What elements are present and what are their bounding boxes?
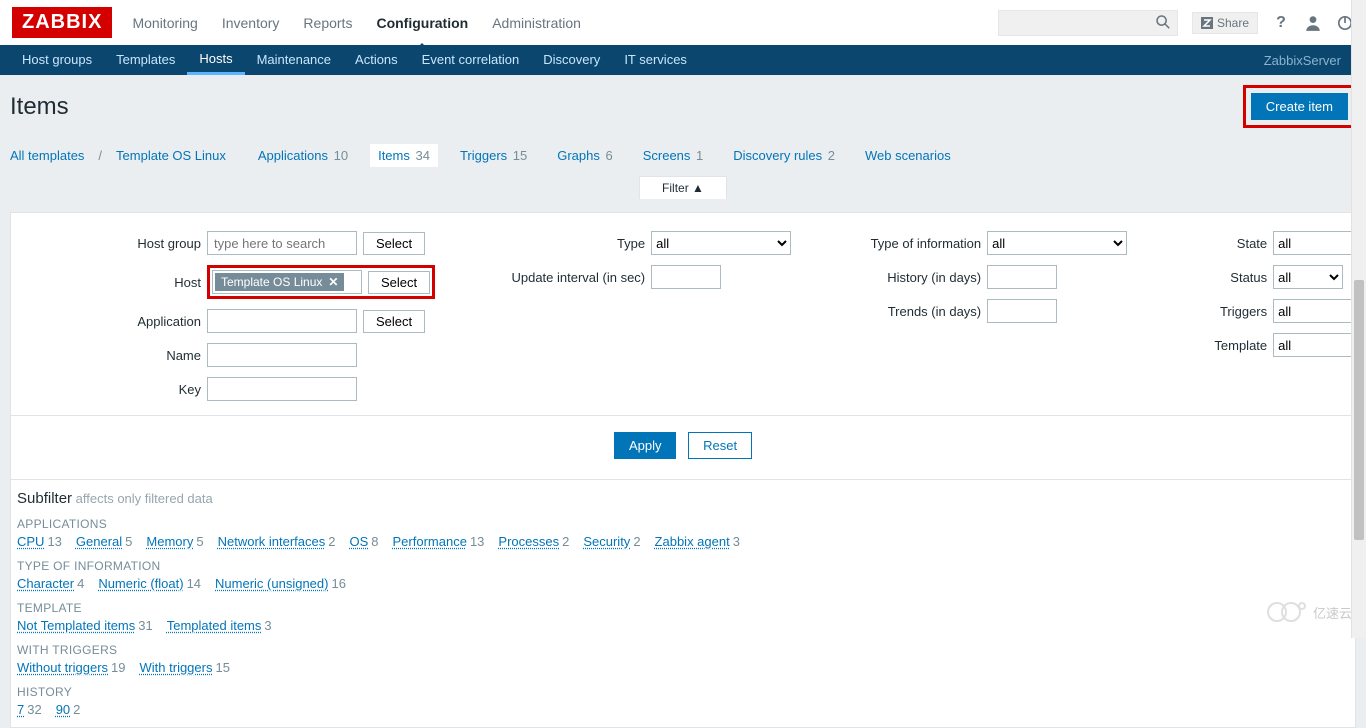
subfilter-heading: TYPE OF INFORMATION bbox=[17, 559, 1349, 573]
status-select[interactable]: all bbox=[1273, 265, 1343, 289]
apply-button[interactable]: Apply bbox=[614, 432, 677, 459]
update-label: Update interval (in sec) bbox=[495, 270, 645, 285]
nav-discovery[interactable]: Discovery bbox=[531, 45, 612, 75]
subfilter-title: Subfilter bbox=[17, 490, 72, 507]
topmenu-configuration[interactable]: Configuration bbox=[376, 15, 468, 31]
toi-label: Type of information bbox=[851, 236, 981, 251]
hostgroup-input[interactable] bbox=[207, 231, 357, 255]
trends-input[interactable] bbox=[987, 299, 1057, 323]
host-select[interactable]: Select bbox=[368, 271, 430, 294]
zabbix-z-icon bbox=[1201, 17, 1213, 29]
share-button[interactable]: Share bbox=[1192, 12, 1258, 34]
hostgroup-select[interactable]: Select bbox=[363, 232, 425, 255]
user-icon[interactable] bbox=[1304, 14, 1322, 32]
nav-context: ZabbixServer bbox=[1249, 53, 1356, 68]
key-label: Key bbox=[101, 382, 201, 397]
update-input[interactable] bbox=[651, 265, 721, 289]
tab-applications[interactable]: Applications 10 bbox=[250, 144, 356, 167]
hostgroup-label: Host group bbox=[101, 236, 201, 251]
search-icon[interactable] bbox=[1155, 14, 1171, 32]
tab-items[interactable]: Items 34 bbox=[370, 144, 438, 167]
type-label: Type bbox=[495, 236, 645, 251]
subfilter-heading: HISTORY bbox=[17, 685, 1349, 699]
search-input[interactable] bbox=[1005, 15, 1155, 30]
name-input[interactable] bbox=[207, 343, 357, 367]
subfilter-item[interactable]: Not Templated items31 bbox=[17, 618, 153, 633]
subfilter-item[interactable]: 732 bbox=[17, 702, 42, 717]
topmenu-reports[interactable]: Reports bbox=[303, 15, 352, 31]
host-token: Template OS Linux ✕ bbox=[215, 273, 344, 291]
subfilter-item[interactable]: Without triggers19 bbox=[17, 660, 126, 675]
subfilter-item[interactable]: 902 bbox=[56, 702, 81, 717]
application-input[interactable] bbox=[207, 309, 357, 333]
create-item-button[interactable]: Create item bbox=[1251, 93, 1348, 120]
template-label: Template bbox=[1187, 338, 1267, 353]
subfilter-heading: APPLICATIONS bbox=[17, 517, 1349, 531]
subfilter-item[interactable]: General5 bbox=[76, 534, 132, 549]
subfilter-item[interactable]: Performance13 bbox=[393, 534, 485, 549]
subfilter-item[interactable]: Memory5 bbox=[146, 534, 203, 549]
nav-maintenance[interactable]: Maintenance bbox=[245, 45, 343, 75]
subfilter-item[interactable]: Zabbix agent3 bbox=[655, 534, 740, 549]
tab-triggers[interactable]: Triggers 15 bbox=[452, 144, 535, 167]
tab-web-scenarios[interactable]: Web scenarios bbox=[857, 144, 959, 167]
bc-template-link[interactable]: Template OS Linux bbox=[116, 148, 226, 163]
nav-templates[interactable]: Templates bbox=[104, 45, 187, 75]
state-label: State bbox=[1187, 236, 1267, 251]
help-icon[interactable]: ? bbox=[1272, 14, 1290, 32]
trends-label: Trends (in days) bbox=[851, 304, 981, 319]
bc-all-templates[interactable]: All templates bbox=[10, 148, 84, 163]
tab-graphs[interactable]: Graphs 6 bbox=[549, 144, 620, 167]
type-select[interactable]: all bbox=[651, 231, 791, 255]
topmenu-monitoring[interactable]: Monitoring bbox=[132, 15, 197, 31]
nav-host-groups[interactable]: Host groups bbox=[10, 45, 104, 75]
host-token-remove[interactable]: ✕ bbox=[328, 275, 338, 289]
nav-it-services[interactable]: IT services bbox=[612, 45, 699, 75]
subfilter-item[interactable]: Processes2 bbox=[498, 534, 569, 549]
key-input[interactable] bbox=[207, 377, 357, 401]
application-select[interactable]: Select bbox=[363, 310, 425, 333]
tab-screens[interactable]: Screens 1 bbox=[635, 144, 712, 167]
subfilter-item[interactable]: With triggers15 bbox=[140, 660, 230, 675]
toi-select[interactable]: all bbox=[987, 231, 1127, 255]
breadcrumb: All templates / Template OS Linux Applic… bbox=[10, 144, 1356, 167]
subfilter-item[interactable]: Character4 bbox=[17, 576, 84, 591]
subfilter-heading: TEMPLATE bbox=[17, 601, 1349, 615]
name-label: Name bbox=[101, 348, 201, 363]
host-input[interactable]: Template OS Linux ✕ bbox=[212, 270, 362, 294]
nav-actions[interactable]: Actions bbox=[343, 45, 410, 75]
topmenu-inventory[interactable]: Inventory bbox=[222, 15, 280, 31]
topmenu-administration[interactable]: Administration bbox=[492, 15, 581, 31]
triggers-label: Triggers bbox=[1187, 304, 1267, 319]
subfilter-item[interactable]: CPU13 bbox=[17, 534, 62, 549]
top-menu: Monitoring Inventory Reports Configuration A… bbox=[132, 15, 580, 31]
scrollbar[interactable] bbox=[1351, 0, 1366, 638]
reset-button[interactable]: Reset bbox=[688, 432, 752, 459]
brand-logo[interactable]: ZABBIX bbox=[12, 7, 112, 38]
application-label: Application bbox=[101, 314, 201, 329]
subfilter-item[interactable]: Numeric (float)14 bbox=[98, 576, 201, 591]
nav-event-correlation[interactable]: Event correlation bbox=[410, 45, 532, 75]
host-field-highlight: Template OS Linux ✕ Select bbox=[207, 265, 435, 299]
subfilter-item[interactable]: Security2 bbox=[583, 534, 640, 549]
subfilter-item[interactable]: Numeric (unsigned)16 bbox=[215, 576, 346, 591]
create-item-highlight: Create item bbox=[1243, 85, 1356, 128]
global-search[interactable] bbox=[998, 10, 1178, 36]
nav-hosts[interactable]: Hosts bbox=[187, 45, 244, 75]
subfilter-item[interactable]: Network interfaces2 bbox=[218, 534, 336, 549]
subfilter-item[interactable]: OS8 bbox=[349, 534, 378, 549]
subfilter-heading: WITH TRIGGERS bbox=[17, 643, 1349, 657]
history-input[interactable] bbox=[987, 265, 1057, 289]
subfilter-item[interactable]: Templated items3 bbox=[167, 618, 272, 633]
page-title: Items bbox=[10, 93, 69, 121]
filter-toggle[interactable]: Filter ▲ bbox=[639, 176, 727, 199]
host-label: Host bbox=[101, 275, 201, 290]
history-label: History (in days) bbox=[851, 270, 981, 285]
tab-discovery-rules[interactable]: Discovery rules 2 bbox=[725, 144, 843, 167]
subfilter-note: affects only filtered data bbox=[76, 491, 213, 506]
status-label: Status bbox=[1187, 270, 1267, 285]
